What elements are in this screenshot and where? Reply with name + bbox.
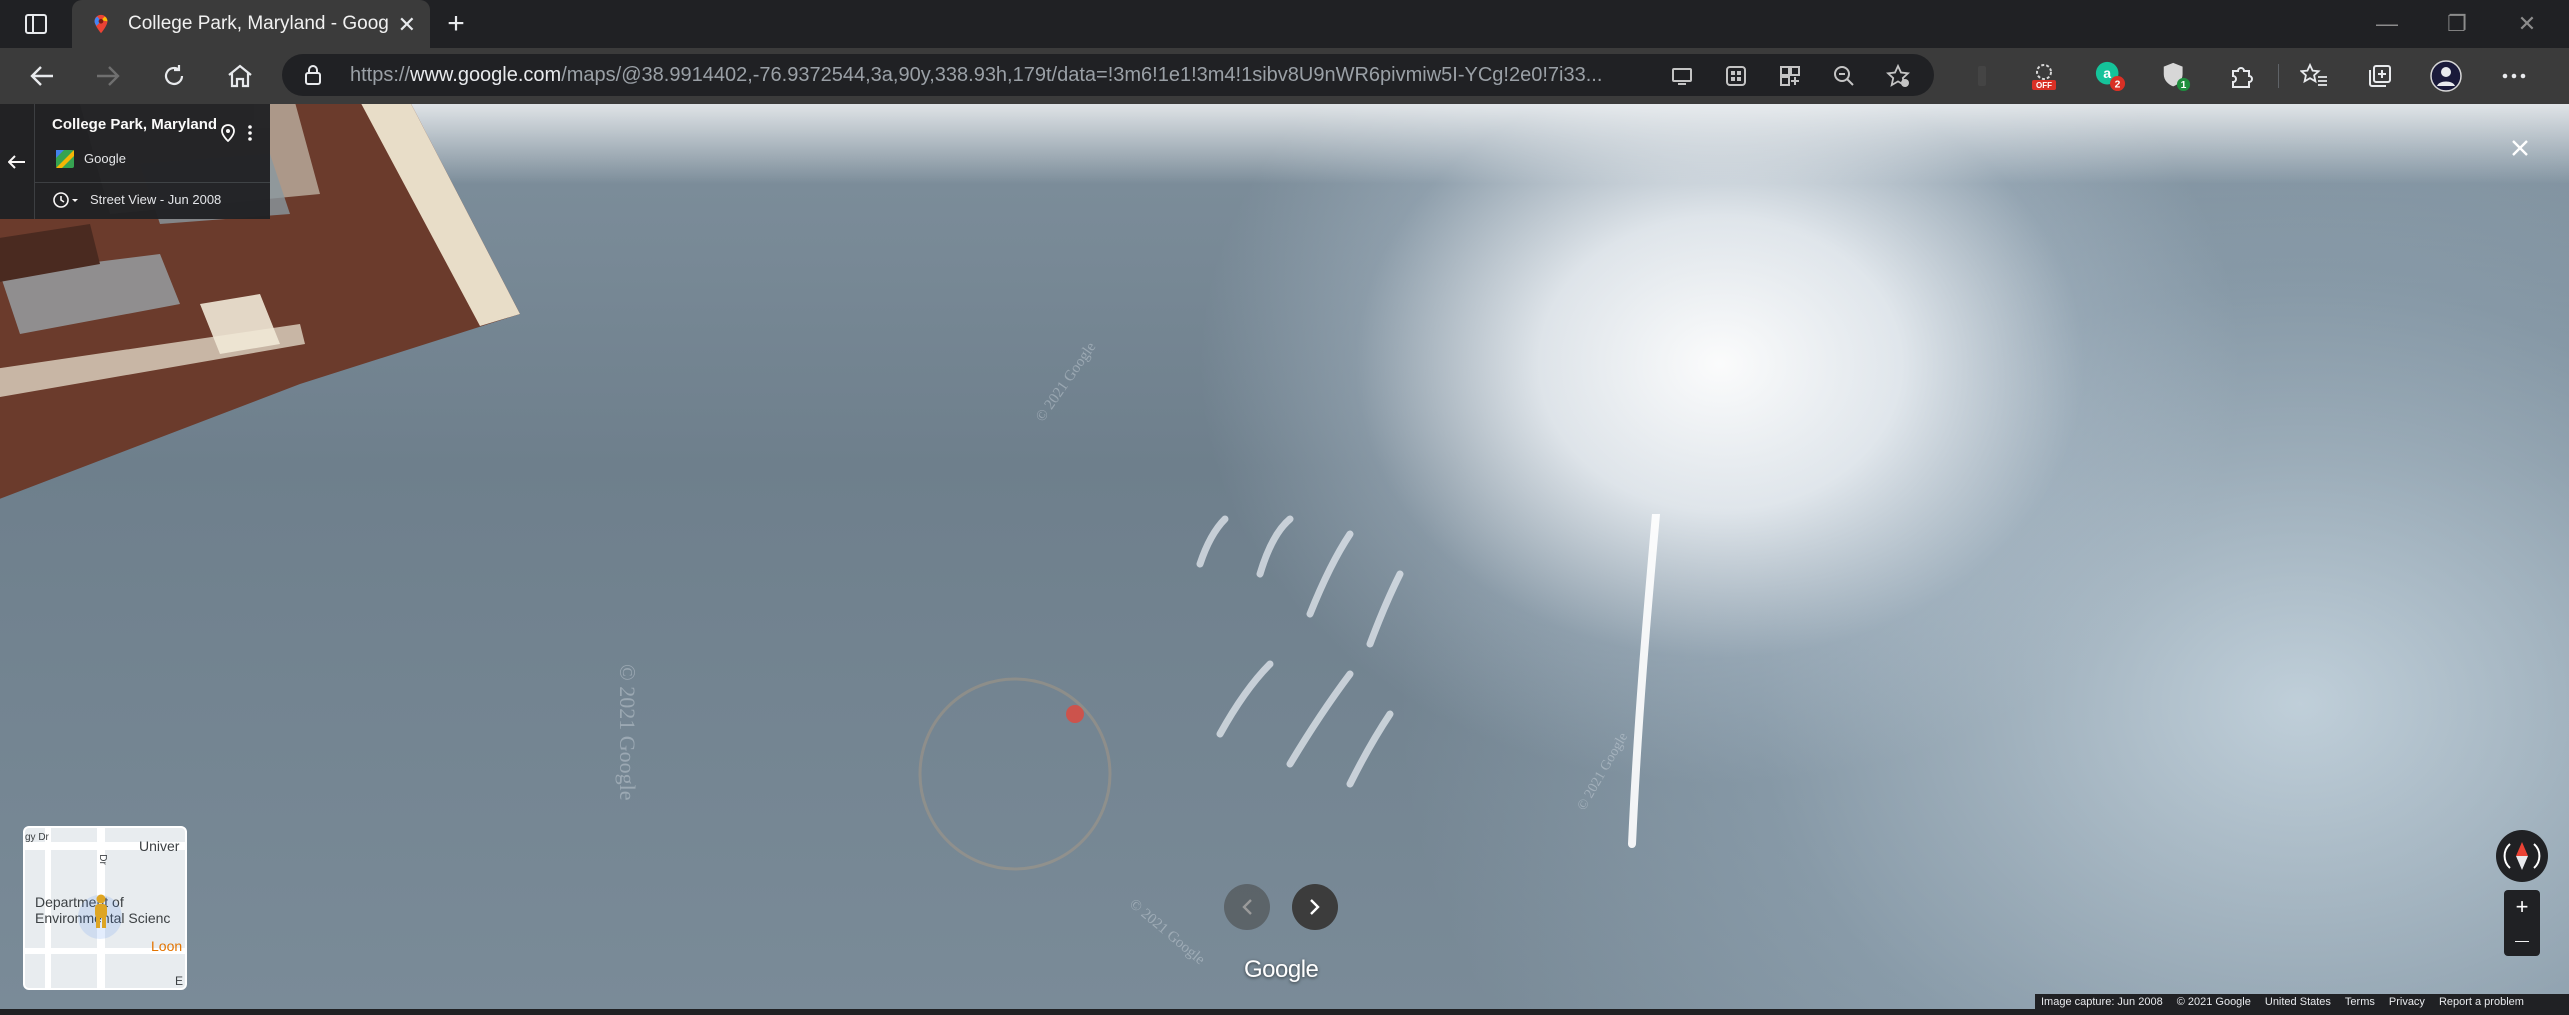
zoom-in-button[interactable]: + bbox=[2504, 890, 2540, 923]
compass-icon bbox=[2503, 842, 2541, 870]
address-bar[interactable]: https://www.google.com/maps/@38.9914402,… bbox=[282, 54, 1934, 96]
copyright-label: © 2021 Google bbox=[2176, 995, 2251, 1008]
exit-street-view-button[interactable] bbox=[0, 104, 35, 219]
reload-button[interactable] bbox=[158, 60, 190, 92]
collections-icon bbox=[2369, 65, 2391, 87]
zoom-control: + — bbox=[2504, 890, 2540, 956]
location-info-card: College Park, Maryland Google Street Vie… bbox=[0, 104, 270, 219]
privacy-link[interactable]: Privacy bbox=[2389, 996, 2425, 1008]
street-view-panorama[interactable]: © 2021 Google © 2021 Google © 2021 Googl… bbox=[0, 104, 2569, 1009]
back-button[interactable] bbox=[26, 60, 58, 92]
tab-actions-icon[interactable] bbox=[22, 10, 50, 38]
cloud-wisps bbox=[1196, 515, 1404, 788]
arrow-left-icon bbox=[8, 154, 25, 169]
url-path: /maps/@38.9914402,-76.9372544,3a,90y,338… bbox=[561, 63, 1603, 86]
image-owner: Google bbox=[84, 151, 126, 166]
more-vert-icon[interactable] bbox=[246, 124, 254, 142]
svg-text:a: a bbox=[2103, 65, 2111, 81]
next-button[interactable] bbox=[1292, 884, 1338, 930]
watermark-text: © 2021 Google bbox=[1126, 896, 1208, 969]
extension-faded-icon[interactable] bbox=[1966, 60, 1998, 92]
tab-title: College Park, Maryland - Google Maps bbox=[128, 13, 390, 34]
google-maps-logo-icon bbox=[56, 150, 74, 168]
map-pin-icon[interactable] bbox=[220, 124, 236, 142]
zoom-out-button[interactable]: — bbox=[2504, 923, 2540, 956]
url-host: www.google.com bbox=[410, 63, 562, 86]
forward-button[interactable] bbox=[92, 60, 124, 92]
region-link[interactable]: United States bbox=[2265, 996, 2331, 1008]
minimap[interactable]: Univer gy Dr Dr Department of Environmen… bbox=[23, 826, 187, 990]
minimap-label: gy Dr bbox=[25, 832, 49, 843]
toolbar-divider bbox=[2278, 64, 2279, 88]
compass-button[interactable] bbox=[2496, 830, 2548, 882]
watermark-text: © 2021 Google bbox=[615, 664, 640, 801]
minimap-label: E bbox=[175, 974, 184, 988]
shield-off-extension-icon[interactable]: OFF bbox=[2028, 60, 2060, 92]
google-maps-icon bbox=[94, 14, 108, 34]
immersive-reader-icon[interactable] bbox=[1778, 64, 1802, 88]
cast-icon[interactable] bbox=[1670, 64, 1694, 88]
extensions-puzzle-icon[interactable] bbox=[2226, 60, 2258, 92]
view-cone bbox=[78, 895, 122, 939]
privacy-badge: 1 bbox=[2181, 80, 2187, 91]
tab-close-icon[interactable]: ✕ bbox=[398, 12, 416, 38]
zoom-out-icon[interactable] bbox=[1832, 64, 1856, 88]
arrow-left-icon bbox=[30, 66, 53, 86]
restore-button[interactable]: ❐ bbox=[2422, 0, 2492, 48]
chevron-left-icon bbox=[1242, 899, 1252, 915]
url-text[interactable]: https://www.google.com/maps/@38.9914402,… bbox=[350, 64, 1650, 87]
card-divider bbox=[34, 182, 270, 183]
minimap-label: Univer bbox=[139, 838, 180, 854]
google-logo: Google bbox=[1244, 956, 1319, 983]
home-button[interactable] bbox=[224, 60, 256, 92]
off-badge: OFF bbox=[2036, 81, 2052, 90]
lens-flare-ring bbox=[918, 677, 1112, 871]
image-capture-label: Image capture: Jun 2008 bbox=[2041, 995, 2163, 1008]
lock-icon[interactable] bbox=[302, 64, 324, 86]
new-tab-button[interactable]: + bbox=[442, 7, 470, 40]
minimize-button[interactable]: — bbox=[2352, 0, 2422, 48]
refresh-icon bbox=[164, 65, 184, 85]
settings-more-icon[interactable] bbox=[2498, 60, 2530, 92]
watermark-text: © 2021 Google bbox=[1032, 339, 1100, 425]
history-icon[interactable] bbox=[52, 191, 80, 209]
collections-button[interactable] bbox=[2364, 60, 2396, 92]
map-footer: Image capture: Jun 2008 © 2021 Google Un… bbox=[2035, 994, 2569, 1009]
place-name[interactable]: College Park, Maryland bbox=[52, 116, 217, 133]
profile-avatar[interactable] bbox=[2430, 60, 2462, 92]
favorites-icon bbox=[2300, 63, 2327, 86]
favorites-button[interactable] bbox=[2298, 60, 2330, 92]
previous-button[interactable] bbox=[1224, 884, 1270, 930]
window-close-button[interactable]: ✕ bbox=[2492, 0, 2562, 48]
browser-toolbar: https://www.google.com/maps/@38.9914402,… bbox=[0, 48, 2569, 104]
chevron-right-icon bbox=[1310, 899, 1320, 915]
capture-date-label[interactable]: Street View - Jun 2008 bbox=[90, 192, 221, 207]
arrow-right-icon bbox=[97, 66, 120, 86]
minimap-label: Dr bbox=[96, 854, 108, 865]
privacy-extension-icon[interactable]: 1 bbox=[2160, 60, 2192, 92]
add-favorite-icon[interactable] bbox=[1886, 64, 1910, 88]
grammar-extension-icon[interactable]: a2 bbox=[2094, 60, 2126, 92]
terms-link[interactable]: Terms bbox=[2345, 996, 2375, 1008]
report-problem-link[interactable]: Report a problem bbox=[2439, 996, 2524, 1008]
app-available-icon[interactable] bbox=[1724, 64, 1748, 88]
home-icon bbox=[228, 64, 252, 88]
close-icon[interactable] bbox=[2506, 134, 2534, 162]
minimap-label: Loon bbox=[151, 938, 183, 954]
url-scheme: https:// bbox=[350, 63, 411, 86]
tab-strip: College Park, Maryland - Google Maps ✕ +… bbox=[0, 0, 2569, 48]
active-tab[interactable]: College Park, Maryland - Google Maps ✕ bbox=[72, 0, 430, 48]
grammar-badge: 2 bbox=[2115, 79, 2121, 90]
contrail bbox=[1628, 514, 1660, 848]
